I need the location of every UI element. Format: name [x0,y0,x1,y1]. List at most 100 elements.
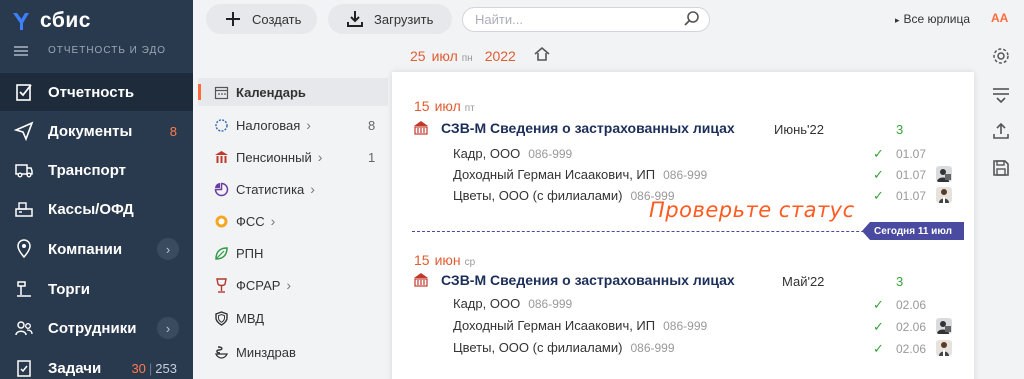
org-filter-link[interactable]: ▸ Все юрлица [895,12,970,26]
category-label: Налоговая [236,118,301,133]
gear-icon [993,48,1009,64]
category-count: 1 [368,149,376,165]
logo-text: сбис [40,9,91,32]
create-button[interactable]: Создать [206,4,317,34]
report-title: СЗВ-М Сведения о застрахованных лицах [441,120,735,136]
sidebar-item-employees[interactable]: Сотрудники › [0,309,193,347]
organization-code: 086-999 [528,297,573,311]
logo[interactable]: сбис [10,9,91,33]
current-date[interactable]: 25 июл пн 2022 [410,48,516,64]
category-label: Минздрав [236,344,296,360]
category-mvd[interactable]: МВД [198,304,388,332]
tasks-icon [12,356,36,379]
status-date: 01.07 [896,147,927,161]
category-rpn[interactable]: РПН [198,239,388,267]
status-date: 02.06 [896,320,927,334]
organization-name: Кадр, ООО [453,146,521,161]
organization-name: Цветы, ООО (с филиалами) [453,340,623,355]
group-month: июн [434,252,461,268]
font-size-button[interactable]: AA [991,11,1008,25]
sidebar-item-label: Документы [48,122,133,140]
truck-icon [12,158,36,182]
chevron-right-icon[interactable]: › [157,238,179,260]
pension-fund-icon [414,121,428,135]
group-day: 15 [414,252,430,268]
snake-bowl-icon [213,344,229,360]
status-date: 02.06 [896,298,927,312]
pension-icon [213,149,229,165]
group-weekday: ср [464,257,476,268]
filter-button[interactable] [990,83,1012,105]
auction-icon [12,277,36,301]
report-row[interactable]: СЗВ-М Сведения о застрахованных лицах [413,120,735,136]
sidebar-item-label: Задачи [48,359,102,377]
report-count[interactable]: 3 [896,274,903,289]
goblet-icon [213,277,229,293]
sidebar-item-transport[interactable]: Транспорт [0,151,193,189]
triangle-right-icon: ▸ [895,15,900,25]
category-label-wrap: Пенсионный › [236,149,322,165]
upload-button[interactable]: Загрузить [328,4,452,34]
category-label: Пенсионный [236,150,312,165]
organization-row[interactable]: Кадр, ООО 086-999 [453,296,572,311]
section-switcher[interactable]: ОТЧЕТНОСТЬ И ЭДО [14,45,166,56]
sidebar-item-reporting[interactable]: Отчетность [0,73,193,111]
settings-button[interactable] [990,45,1012,67]
status-date: 01.07 [896,168,927,182]
organization-row[interactable]: Цветы, ООО (с филиалами) 086-999 [453,340,675,355]
sidebar-item-documents[interactable]: Документы 8 [0,112,193,150]
category-fss[interactable]: ФСС › [198,207,388,235]
category-statistics[interactable]: Статистика › [198,175,388,203]
group-date: 15 июн ср [414,252,475,268]
search-icon[interactable] [683,10,701,28]
current-day: 25 [410,48,426,64]
check-icon: ✓ [873,167,884,182]
organization-row[interactable]: Цветы, ООО (с филиалами) 086-999 [453,188,675,203]
sidebar-item-companies[interactable]: Компании › [0,230,193,268]
check-icon: ✓ [873,319,884,334]
sidebar-item-tenders[interactable]: Торги [0,270,193,308]
shield-icon [213,310,229,326]
upload-icon [993,122,1009,139]
organization-code: 086-999 [663,168,708,182]
export-button[interactable] [990,120,1012,142]
sidebar-item-cash-registers[interactable]: Кассы/ОФД [0,190,193,228]
section-label: ОТЧЕТНОСТЬ И ЭДО [48,45,167,56]
current-month: июл [431,48,458,64]
save-button[interactable] [990,157,1012,179]
chevron-right-icon: › [306,117,311,133]
report-icon [12,80,36,104]
search-input[interactable] [462,7,710,32]
leaf-icon [213,245,229,261]
pie-chart-icon [213,181,229,197]
organization-row[interactable]: Доходный Герман Исаакович, ИП 086-999 [453,318,707,333]
sidebar-item-label: Кассы/ОФД [48,200,134,218]
group-date: 15 июл пт [414,98,475,114]
category-calendar[interactable]: Календарь [198,78,388,106]
organization-code: 086-999 [528,147,573,161]
paper-plane-icon [12,119,36,143]
category-fsrar[interactable]: ФСРАР › [198,271,388,299]
category-minzdrav[interactable]: Минздрав [198,338,388,366]
category-tax[interactable]: Налоговая › 8 [198,111,388,139]
chevron-right-icon: › [270,213,276,229]
organization-name: Кадр, ООО [453,296,521,311]
category-pension[interactable]: Пенсионный › 1 [198,143,388,171]
cash-register-icon [12,197,36,221]
sidebar-item-label: Торги [48,280,91,298]
home-icon[interactable] [534,46,550,62]
chevron-right-icon[interactable]: › [157,317,179,339]
current-weekday: пн [461,53,473,64]
group-day: 15 [414,98,430,114]
category-label: Календарь [236,84,306,100]
category-label-wrap: ФСРАР › [236,277,291,293]
fss-icon [213,213,229,229]
report-row[interactable]: СЗВ-М Сведения о застрахованных лицах [413,272,735,288]
report-count[interactable]: 3 [896,122,903,137]
category-label-wrap: ФСС › [236,213,275,229]
sidebar-item-tasks[interactable]: Задачи 30 | 253 [0,349,193,379]
organization-row[interactable]: Доходный Герман Исаакович, ИП 086-999 [453,167,707,182]
organization-row[interactable]: Кадр, ООО 086-999 [453,146,572,161]
check-icon: ✓ [873,341,884,356]
category-label: Статистика [236,182,305,197]
